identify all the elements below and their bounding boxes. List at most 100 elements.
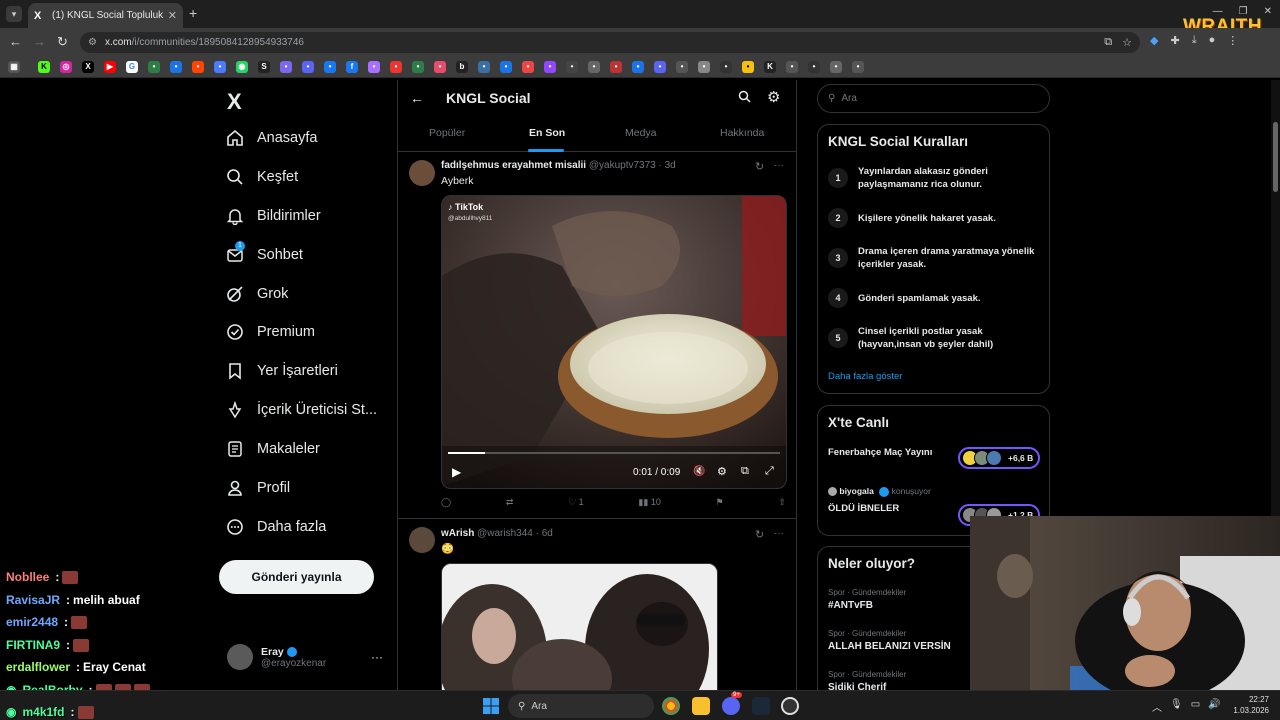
tweet-more-icon[interactable]: ··· bbox=[774, 528, 784, 539]
share-icon[interactable]: ⇧ bbox=[778, 497, 786, 508]
app-icon[interactable] bbox=[781, 697, 799, 715]
bookmark-icon[interactable]: • bbox=[698, 61, 710, 73]
install-app-icon[interactable]: ⧉ bbox=[1104, 36, 1112, 49]
tweet-video[interactable]: ♪ TikTok @abdullhvy811 ▶ 0:01 / 0:09 🔇 ⚙… bbox=[441, 195, 787, 489]
profile-more-icon[interactable]: ··· bbox=[371, 650, 383, 664]
trend-name[interactable]: #ANTvFB bbox=[828, 600, 873, 611]
reply-button[interactable]: ◯ bbox=[441, 497, 451, 508]
bookmark-icon[interactable]: • bbox=[720, 61, 732, 73]
bookmark-whatsapp-icon[interactable]: ◉ bbox=[236, 61, 248, 73]
nav-item-home[interactable]: Anasayfa bbox=[226, 125, 317, 151]
live-space-title[interactable]: Fenerbahçe Maç Yayını bbox=[828, 447, 932, 458]
tab-popular[interactable]: Popüler bbox=[429, 127, 465, 139]
bookmark-icon[interactable]: • bbox=[566, 61, 578, 73]
bookmark-icon[interactable]: • bbox=[148, 61, 160, 73]
live-host[interactable]: biyogala bbox=[839, 486, 873, 496]
nav-item-more[interactable]: Daha fazla bbox=[226, 514, 326, 540]
bookmark-icon[interactable]: • bbox=[500, 61, 512, 73]
bookmark-icon[interactable]: • bbox=[654, 61, 666, 73]
tweet-author-handle[interactable]: @yakuptv7373 bbox=[589, 160, 656, 171]
tweet[interactable]: fadılşehmus erayahmet misalii @yakuptv73… bbox=[398, 152, 796, 518]
volume-icon[interactable]: 🔊 bbox=[1208, 699, 1220, 714]
bookmark-icon[interactable]: K bbox=[764, 61, 776, 73]
x-logo-icon[interactable]: X bbox=[227, 89, 242, 115]
bookmark-x-icon[interactable]: X bbox=[82, 61, 94, 73]
bookmark-youtube-icon[interactable]: ▶ bbox=[104, 61, 116, 73]
extensions-puzzle-icon[interactable]: ✚ bbox=[1170, 34, 1179, 47]
bookmark-icon[interactable]: b bbox=[456, 61, 468, 73]
monitor-icon[interactable]: ▭ bbox=[1191, 699, 1200, 714]
bookmark-icon[interactable]: • bbox=[324, 61, 336, 73]
bookmark-icon[interactable]: • bbox=[434, 61, 446, 73]
apps-icon[interactable]: ▦ bbox=[8, 61, 20, 73]
grok-explain-icon[interactable]: ↻ bbox=[755, 160, 764, 173]
community-settings-icon[interactable]: ⚙ bbox=[767, 88, 780, 106]
trend-name[interactable]: ALLAH BELANIZI VERSİN bbox=[828, 641, 951, 652]
play-icon[interactable]: ▶ bbox=[452, 465, 461, 479]
bookmark-icon[interactable]: • bbox=[852, 61, 864, 73]
steam-app-icon[interactable] bbox=[752, 697, 770, 715]
post-button[interactable]: Gönderi yayınla bbox=[219, 560, 374, 594]
tweet[interactable]: wArish @warish344 · 6d ↻ ··· 😳 bbox=[398, 519, 796, 700]
bookmark-star-icon[interactable]: ☆ bbox=[1122, 36, 1132, 49]
forward-icon[interactable]: → bbox=[33, 34, 46, 50]
bookmark-instagram-icon[interactable]: ◎ bbox=[60, 61, 72, 73]
bookmark-icon[interactable]: • bbox=[214, 61, 226, 73]
bookmark-kick-icon[interactable]: K bbox=[38, 61, 50, 73]
menu-icon[interactable]: ⋮ bbox=[1227, 34, 1238, 47]
grok-explain-icon[interactable]: ↻ bbox=[755, 528, 764, 541]
search-input[interactable]: ⚲ Ara bbox=[817, 84, 1050, 113]
bookmark-icon[interactable]: • bbox=[742, 61, 754, 73]
bookmark-icon[interactable]: • bbox=[478, 61, 490, 73]
video-progress-track[interactable] bbox=[448, 452, 780, 454]
community-search-icon[interactable] bbox=[738, 90, 751, 106]
mute-icon[interactable]: 🔇 bbox=[693, 466, 705, 477]
nav-item-messages[interactable]: 1 Sohbet bbox=[226, 241, 303, 268]
reload-icon[interactable]: ↻ bbox=[57, 34, 68, 50]
video-settings-icon[interactable]: ⚙ bbox=[717, 465, 727, 478]
extension-icon[interactable]: ◆ bbox=[1150, 34, 1158, 47]
bookmark-icon[interactable]: • bbox=[412, 61, 424, 73]
profile-icon[interactable]: ● bbox=[1209, 34, 1216, 47]
tab-close-icon[interactable]: ✕ bbox=[168, 9, 177, 22]
site-info-icon[interactable]: ⚙ bbox=[88, 37, 97, 48]
bookmark-icon[interactable]: • bbox=[676, 61, 688, 73]
browser-tab-active[interactable]: X (1) KNGL Social Topluluk / X ✕ bbox=[28, 3, 183, 28]
taskbar-clock[interactable]: 22:27 1.03.2026 bbox=[1229, 694, 1269, 716]
live-space-title[interactable]: ÖLDÜ İBNELER bbox=[828, 503, 899, 514]
nav-item-explore[interactable]: Keşfet bbox=[226, 164, 298, 190]
bookmark-icon[interactable]: • bbox=[830, 61, 842, 73]
bookmark-icon[interactable]: • bbox=[302, 61, 314, 73]
bookmark-icon[interactable]: • bbox=[280, 61, 292, 73]
bookmark-icon[interactable]: • bbox=[632, 61, 644, 73]
bookmark-icon[interactable]: • bbox=[170, 61, 182, 73]
close-window-icon[interactable]: ✕ bbox=[1264, 6, 1272, 17]
tweet-author-name[interactable]: fadılşehmus erayahmet misalii bbox=[441, 160, 586, 171]
nav-item-bookmarks[interactable]: Yer İşaretleri bbox=[226, 358, 338, 384]
file-explorer-icon[interactable] bbox=[692, 697, 710, 715]
bookmark-icon[interactable]: • bbox=[544, 61, 556, 73]
back-arrow-icon[interactable]: ← bbox=[410, 90, 424, 106]
fullscreen-icon[interactable]: ⤢ bbox=[765, 465, 774, 478]
scrollbar-thumb[interactable] bbox=[1273, 122, 1278, 192]
tweet-author-name[interactable]: wArish bbox=[441, 528, 474, 539]
chevron-up-icon[interactable]: ︿ bbox=[1152, 699, 1162, 714]
download-icon[interactable]: ⤓ bbox=[1192, 34, 1197, 47]
tweet-author-handle[interactable]: @warish344 bbox=[477, 528, 533, 539]
tweet-time[interactable]: 3d bbox=[665, 160, 676, 171]
show-more-link[interactable]: Daha fazla göster bbox=[828, 371, 902, 382]
bookmark-icon[interactable]: • bbox=[390, 61, 402, 73]
chrome-app-icon[interactable] bbox=[662, 697, 680, 715]
tweet-time[interactable]: 6d bbox=[542, 528, 553, 539]
url-bar[interactable]: ⚙ x.com/i/communities/189508412895493374… bbox=[80, 32, 1140, 53]
microphone-icon[interactable]: 🎙 bbox=[1170, 699, 1183, 714]
account-switcher[interactable]: Eray @erayozkenar bbox=[227, 644, 326, 670]
tab-media[interactable]: Medya bbox=[625, 127, 657, 139]
nav-item-notifications[interactable]: Bildirimler bbox=[226, 203, 321, 229]
tweet-more-icon[interactable]: ··· bbox=[774, 160, 784, 171]
back-icon[interactable]: ← bbox=[9, 34, 22, 50]
nav-item-profile[interactable]: Profil bbox=[226, 475, 290, 501]
avatar[interactable] bbox=[409, 527, 435, 553]
bookmark-icon[interactable]: • bbox=[522, 61, 534, 73]
nav-item-grok[interactable]: Grok bbox=[226, 281, 288, 307]
